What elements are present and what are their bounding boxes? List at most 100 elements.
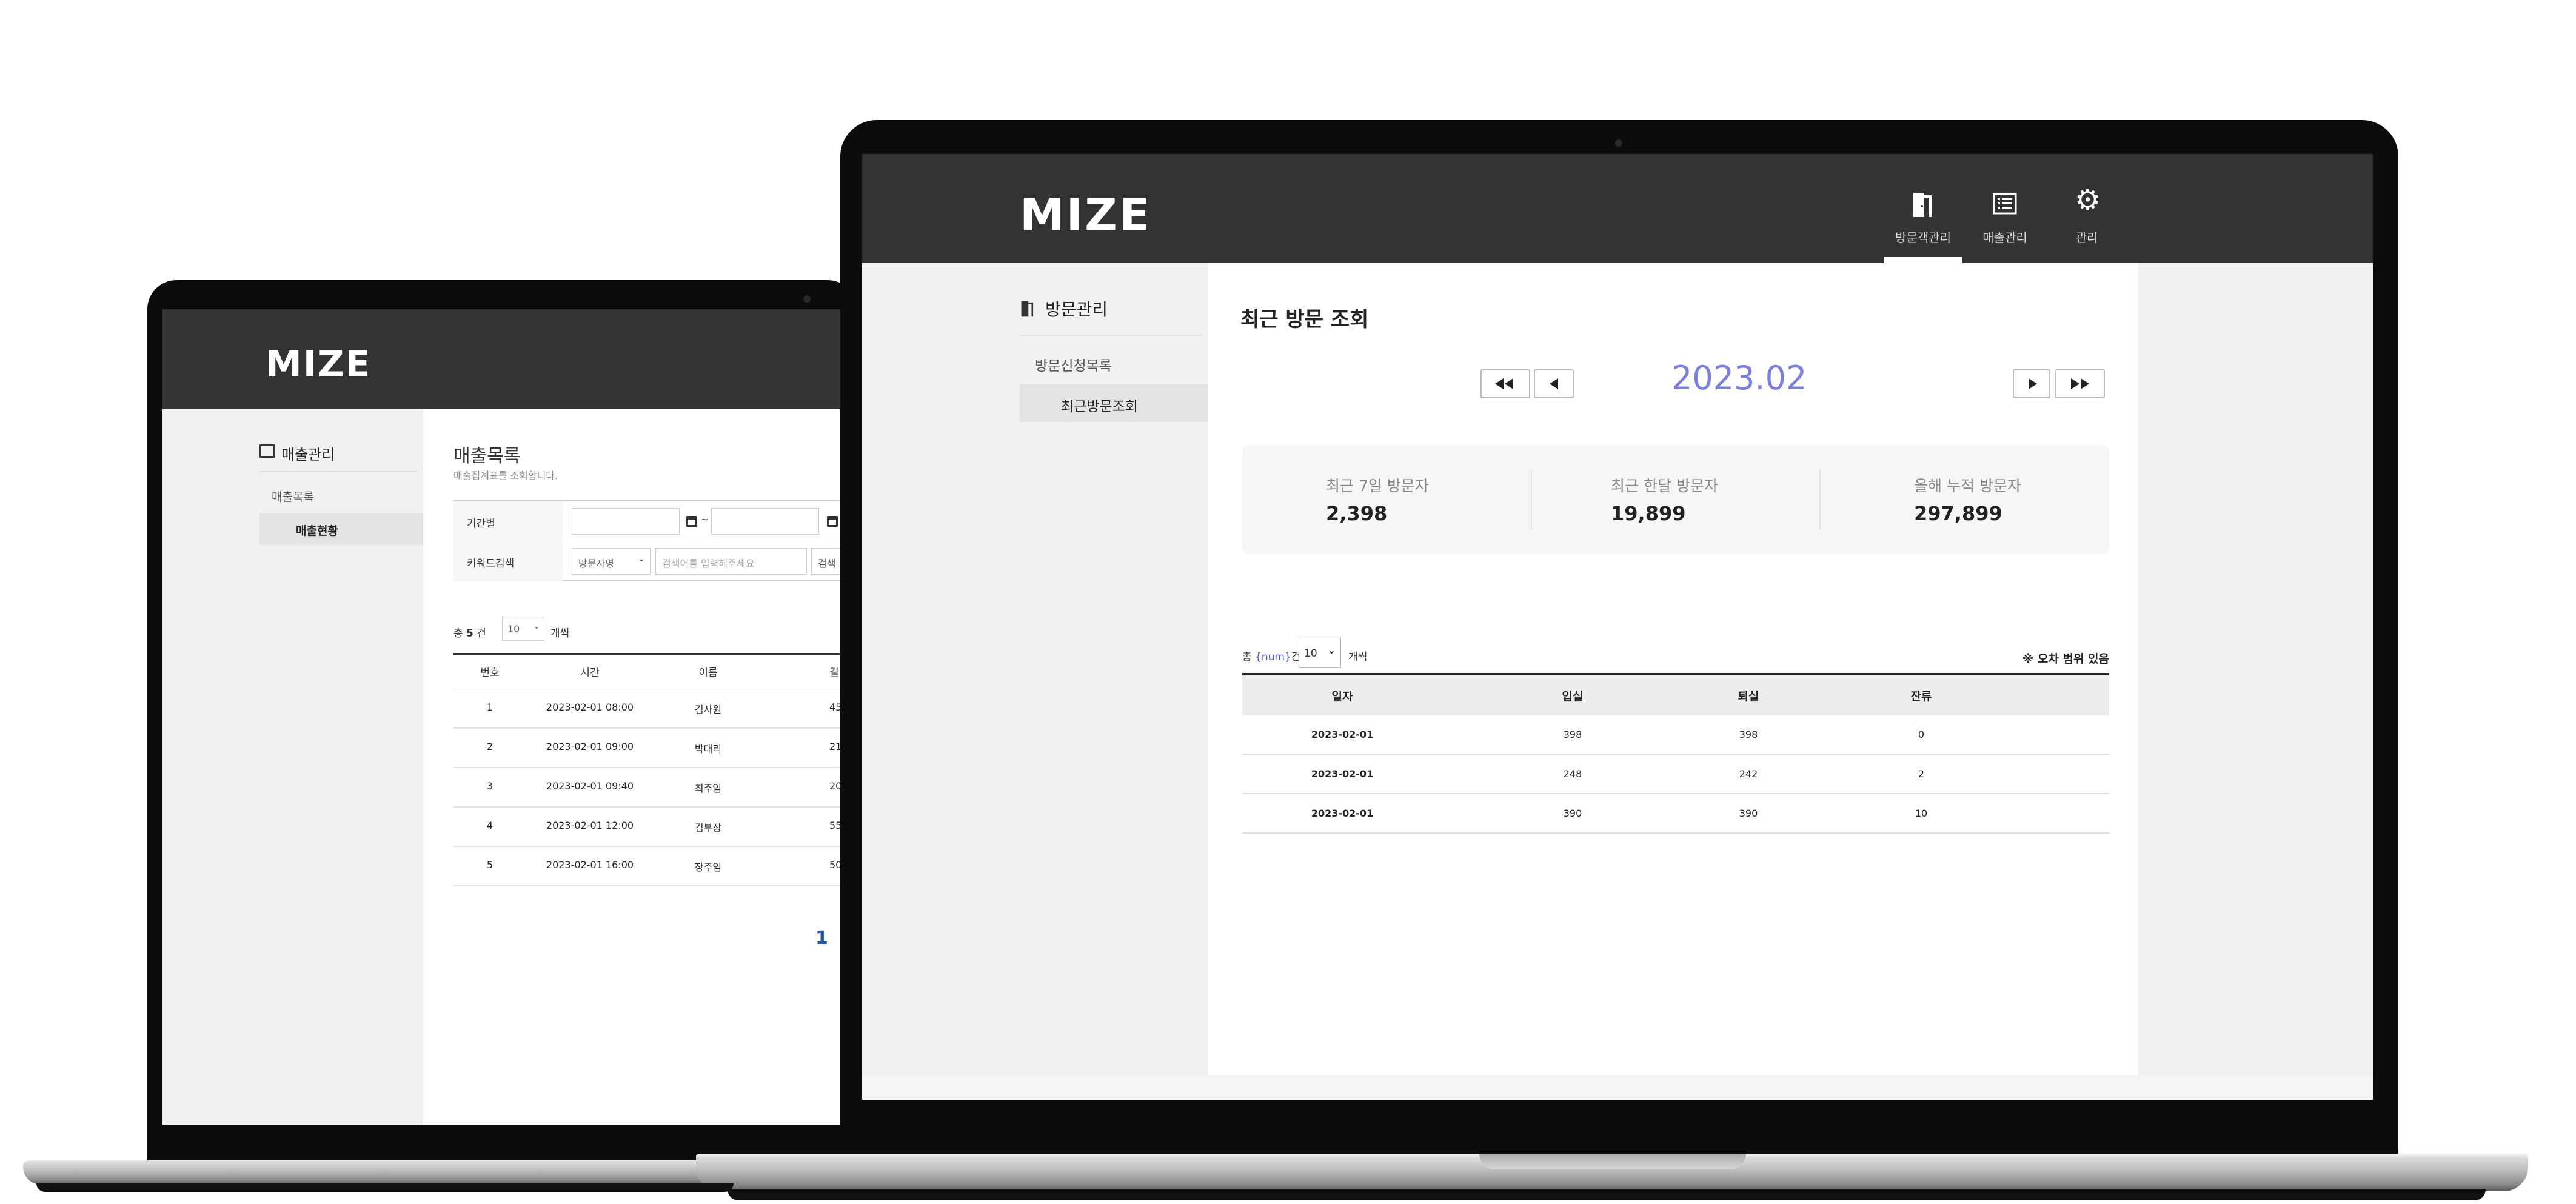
- front-sidebar-title: 방문관리: [1045, 299, 1108, 319]
- table-row[interactable]: 4 2023-02-01 12:00 김부장 55: [453, 808, 848, 847]
- sidebar-item-label: 매출현황: [296, 524, 338, 538]
- back-sidebar-title: 매출관리: [281, 446, 335, 463]
- pagination-page-1[interactable]: 1: [815, 928, 828, 949]
- cell-no: 3: [486, 780, 493, 792]
- total-count-suffix: 건: [477, 627, 486, 640]
- stat-weekly: 최근 7일 방문자 2,398: [1242, 474, 1531, 525]
- list-icon: [259, 444, 275, 458]
- cell-in: 398: [1563, 729, 1582, 740]
- prev-month-button[interactable]: [1534, 369, 1574, 398]
- sidebar-item-label: 최근방문조회: [1061, 399, 1138, 415]
- cell-remain: 0: [1918, 729, 1925, 740]
- page-subtitle: 매출집계표를 조회합니다.: [453, 470, 558, 481]
- stats-panel: 최근 7일 방문자 2,398 최근 한달 방문자 19,899 올해 누적 방…: [1242, 445, 2109, 554]
- chevron-down-icon: ⌄: [533, 621, 540, 631]
- column-header: 이름: [698, 667, 718, 679]
- total-count: 총 {num}건: [1242, 648, 1300, 663]
- cell-out: 398: [1739, 729, 1758, 740]
- back-laptop-camera: [803, 295, 811, 303]
- keyword-placeholder: 검색어를 입력해주세요: [662, 558, 755, 569]
- table-row[interactable]: 2023-02-01 390 390 10: [1242, 794, 2109, 834]
- cell-date: 2023-02-01: [1311, 808, 1374, 819]
- active-indicator: [1884, 257, 1962, 263]
- first-page-button[interactable]: [1480, 369, 1530, 398]
- period-label: 기간별: [453, 501, 563, 541]
- stat-label: 최근 7일 방문자: [1326, 477, 1429, 495]
- left-arrow-icon: [1550, 378, 1558, 389]
- stat-yearly: 올해 누적 방문자 297,899: [1830, 474, 2119, 525]
- table-row[interactable]: 1 2023-02-01 08:00 김사원 45: [453, 689, 848, 729]
- front-laptop-notch: [1479, 1154, 1746, 1169]
- cell-name: 장주임: [694, 861, 722, 873]
- sidebar-item-sales-status[interactable]: 매출현황: [259, 513, 423, 545]
- cell-time: 2023-02-01 09:40: [546, 780, 634, 792]
- keyword-type-select[interactable]: 방문자명 ⌄: [572, 548, 651, 575]
- cell-remain: 10: [1915, 808, 1928, 819]
- end-date-input[interactable]: [711, 508, 819, 535]
- back-laptop-screen: MIZE 매출관리 매출목록 매출현황 매출목록 매출집계표를 조회합니다. 기…: [162, 309, 848, 1125]
- total-count-prefix: 총: [1242, 651, 1252, 663]
- column-header: 잔류: [1910, 690, 1932, 703]
- cell-no: 2: [486, 741, 493, 752]
- cell-time: 2023-02-01 08:00: [546, 701, 634, 713]
- page-title: 매출목록: [453, 446, 521, 467]
- page-size-select[interactable]: 10 ⌄: [1299, 638, 1341, 668]
- last-page-button[interactable]: [2055, 369, 2105, 398]
- table-row[interactable]: 2 2023-02-01 09:00 박대리 21: [453, 729, 848, 768]
- cell-in: 390: [1563, 808, 1582, 819]
- page-size-suffix: 개씩: [1348, 651, 1368, 663]
- page-title: 최근 방문 조회: [1240, 307, 1369, 332]
- back-logo[interactable]: MIZE: [266, 343, 372, 386]
- stat-value: 19,899: [1611, 502, 1686, 525]
- divider: [259, 471, 417, 472]
- table-row[interactable]: 2023-02-01 398 398 0: [1242, 715, 2109, 755]
- sidebar-item-visit-requests[interactable]: 방문신청목록: [1035, 354, 1112, 375]
- back-main: 매출목록 매출집계표를 조회합니다. 기간별 ~ 키워드검색 방문자명 ⌄ 검색…: [423, 409, 848, 1125]
- front-laptop-foot: [728, 1189, 2486, 1200]
- calendar-icon[interactable]: [827, 516, 838, 527]
- keyword-input[interactable]: 검색어를 입력해주세요: [655, 548, 807, 575]
- nav-settings[interactable]: ⚙ 관리: [2047, 154, 2126, 263]
- cell-date: 2023-02-01: [1311, 768, 1374, 780]
- total-count-value: {num}: [1255, 651, 1291, 663]
- sidebar-item-sales-list[interactable]: 매출목록: [272, 488, 314, 504]
- table-row[interactable]: 2023-02-01 248 242 2: [1242, 755, 2109, 794]
- nav-sales-management[interactable]: 매출관리: [1965, 154, 2044, 263]
- cell-name: 박대리: [694, 743, 722, 755]
- page-size-value: 10: [507, 623, 520, 635]
- table-row[interactable]: 5 2023-02-01 16:00 장주임 50: [453, 847, 848, 886]
- table-row[interactable]: 3 2023-02-01 09:40 최주임 20: [453, 768, 848, 808]
- column-header: 입실: [1562, 690, 1584, 703]
- stat-monthly: 최근 한달 방문자 19,899: [1527, 474, 1816, 525]
- column-header: 시간: [580, 667, 600, 679]
- cell-date: 2023-02-01: [1311, 729, 1374, 740]
- front-laptop-screen: MIZE 방문객관리 매출관리 ⚙ 관리 방문관리 방문신청목록 최근방문조회 …: [862, 154, 2373, 1100]
- start-date-input[interactable]: [572, 508, 680, 535]
- cell-in: 248: [1563, 768, 1582, 780]
- door-icon: [1913, 193, 1932, 217]
- double-left-icon: [1495, 378, 1504, 389]
- chevron-down-icon: ⌄: [638, 554, 645, 564]
- nav-visitor-management[interactable]: 방문객관리: [1884, 154, 1962, 263]
- nav-label: 매출관리: [1982, 230, 2027, 245]
- cell-out: 242: [1739, 768, 1758, 780]
- total-count-prefix: 총: [453, 627, 463, 640]
- list-icon: [1993, 193, 2017, 215]
- sidebar-item-recent-visits[interactable]: 최근방문조회: [1020, 384, 1208, 422]
- cell-no: 1: [486, 701, 493, 713]
- back-laptop-foot: [36, 1183, 734, 1192]
- page-size-select[interactable]: 10 ⌄: [502, 617, 544, 641]
- table-head: 일자 입실 퇴실 잔류: [1242, 673, 2109, 715]
- calendar-icon[interactable]: [686, 516, 697, 527]
- front-laptop-camera: [1615, 139, 1622, 147]
- table-head: 번호 시간 이름 결: [453, 653, 848, 689]
- next-month-button[interactable]: [2013, 369, 2050, 398]
- double-right-icon: [2071, 378, 2079, 389]
- cell-name: 최주임: [694, 783, 722, 794]
- cell-time: 2023-02-01 12:00: [546, 820, 634, 831]
- back-header: MIZE: [162, 309, 848, 409]
- double-left-icon-part: [1505, 378, 1513, 389]
- front-logo[interactable]: MIZE: [1020, 189, 1151, 241]
- stat-label: 올해 누적 방문자: [1914, 477, 2021, 495]
- chevron-down-icon: ⌄: [1327, 644, 1336, 656]
